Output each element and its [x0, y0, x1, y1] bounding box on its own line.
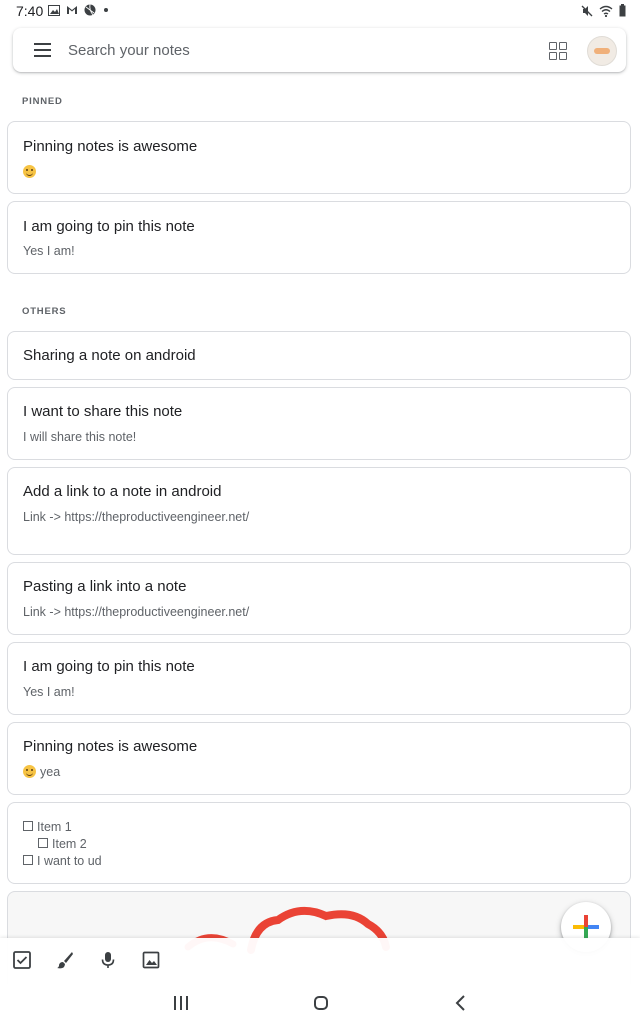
section-label-others: OTHERS: [22, 306, 67, 317]
checklist-item-label: I want to ud: [37, 854, 102, 868]
wifi-icon: [599, 5, 613, 17]
note-card[interactable]: I am going to pin this note Yes I am!: [7, 201, 631, 274]
recent-apps-icon[interactable]: [174, 996, 188, 1010]
brush-icon[interactable]: [55, 950, 75, 970]
battery-icon: [619, 4, 626, 17]
search-input[interactable]: Search your notes: [68, 42, 190, 59]
note-card[interactable]: Add a link to a note in android Link -> …: [7, 467, 631, 555]
image-icon[interactable]: [141, 950, 161, 970]
note-title: I want to share this note: [23, 403, 183, 420]
note-card[interactable]: I want to share this note I will share t…: [7, 387, 631, 460]
image-icon: [48, 4, 60, 16]
note-card[interactable]: Sharing a note on android: [7, 331, 631, 380]
grid-view-icon[interactable]: [549, 42, 567, 60]
status-system-icons: [581, 4, 626, 17]
checkbox-icon[interactable]: [12, 950, 32, 970]
note-body: Link -> https://theproductiveengineer.ne…: [23, 510, 250, 524]
checkbox-icon[interactable]: [23, 855, 33, 865]
checklist-note-card[interactable]: Item 1 Item 2 I want to ud: [7, 802, 631, 884]
note-card[interactable]: I am going to pin this note Yes I am!: [7, 642, 631, 715]
note-card[interactable]: Pasting a link into a note Link -> https…: [7, 562, 631, 635]
note-title: Pinning notes is awesome: [23, 138, 198, 155]
back-icon[interactable]: [454, 994, 468, 1012]
note-body-text: yea: [40, 765, 61, 779]
note-title: Pasting a link into a note: [23, 578, 187, 595]
note-body: yea: [23, 765, 60, 779]
sports-icon: [84, 4, 96, 16]
bottom-toolbar: [0, 938, 640, 984]
gmail-icon: [67, 6, 77, 14]
mute-icon: [581, 5, 593, 16]
system-nav-bar: [0, 984, 640, 1024]
note-body: Yes I am!: [23, 244, 75, 258]
checklist-item[interactable]: Item 1: [23, 820, 72, 834]
dot-icon: [104, 8, 108, 12]
note-body: Yes I am!: [23, 685, 75, 699]
note-title: Sharing a note on android: [23, 347, 196, 364]
checklist-item[interactable]: Item 2: [38, 837, 87, 851]
smiley-emoji-icon: [23, 765, 36, 778]
avatar[interactable]: [587, 36, 617, 66]
note-body: Link -> https://theproductiveengineer.ne…: [23, 605, 250, 619]
smiley-emoji-icon: [23, 165, 36, 178]
menu-icon[interactable]: [34, 43, 51, 57]
note-title: I am going to pin this note: [23, 218, 195, 235]
note-card[interactable]: Pinning notes is awesome yea: [7, 722, 631, 795]
status-notification-icons: [48, 4, 110, 16]
mic-icon[interactable]: [98, 950, 118, 970]
home-icon[interactable]: [314, 996, 328, 1010]
search-bar[interactable]: Search your notes: [13, 28, 626, 72]
note-body: I will share this note!: [23, 430, 137, 444]
section-label-pinned: PINNED: [22, 96, 63, 107]
checklist-item-label: Item 2: [52, 837, 87, 851]
checklist-item-label: Item 1: [37, 820, 72, 834]
note-title: I am going to pin this note: [23, 658, 195, 675]
checklist-item[interactable]: I want to ud: [23, 854, 102, 868]
note-title: Pinning notes is awesome: [23, 738, 198, 755]
note-card[interactable]: Pinning notes is awesome: [7, 121, 631, 194]
checkbox-icon[interactable]: [23, 821, 33, 831]
status-bar: 7:40: [0, 0, 640, 24]
checkbox-icon[interactable]: [38, 838, 48, 848]
status-time: 7:40: [16, 3, 44, 19]
note-title: Add a link to a note in android: [23, 483, 222, 500]
note-body: [23, 165, 40, 179]
